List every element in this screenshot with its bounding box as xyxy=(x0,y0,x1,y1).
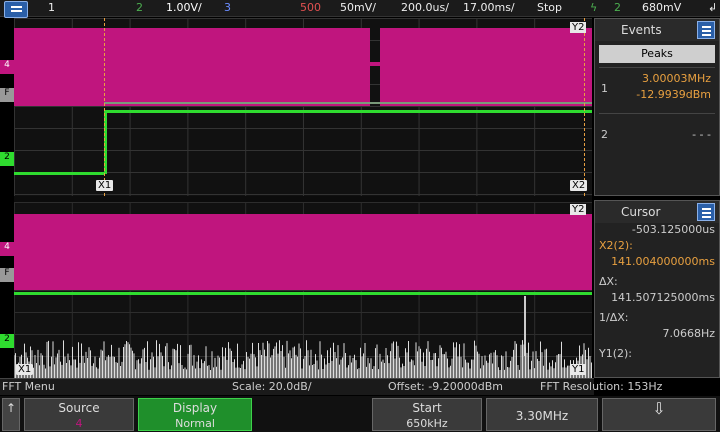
peak-frequency: - - - xyxy=(692,128,711,141)
channel-2-ground-marker[interactable]: 2 xyxy=(0,152,14,166)
start-label: Start xyxy=(412,401,442,415)
source-value: 4 xyxy=(75,417,83,430)
peak-row[interactable]: 1 3.00003MHz -12.9939dBm xyxy=(599,67,715,113)
start-value: 650kHz xyxy=(406,417,448,430)
channel-3-indicator[interactable]: 3 xyxy=(224,1,231,14)
scale-readout[interactable]: 50mV/ xyxy=(340,1,376,14)
back-up-icon[interactable]: ↑ xyxy=(2,398,20,431)
channel-2-trace-low xyxy=(14,172,104,175)
stop-value: 3.30MHz xyxy=(515,409,569,423)
cursor-inv-dx-label: 1/ΔX: xyxy=(599,311,629,324)
cursor-panel-title: Cursor xyxy=(621,205,661,219)
channel-4-trace-lower xyxy=(14,214,592,290)
channel-4-trace-upper-b xyxy=(380,28,592,106)
peak-frequency: 3.00003MHz xyxy=(641,72,711,85)
events-panel-title: Events xyxy=(621,23,662,37)
cursor-panel-header: Cursor xyxy=(595,201,719,223)
fft-marker-top[interactable]: F xyxy=(0,88,14,102)
cursor-dx-value: 141.507125000ms xyxy=(611,291,715,304)
cursor-y1-label-text: Y1(2): xyxy=(599,347,633,360)
cursor-dx-label: ΔX: xyxy=(599,275,618,288)
events-menu-icon[interactable] xyxy=(697,21,715,39)
events-panel-header: Events xyxy=(595,19,719,41)
cursor-x1-label[interactable]: X1 xyxy=(96,180,114,191)
display-label: Display xyxy=(172,401,218,415)
channel-4-trace-upper-a xyxy=(14,28,370,106)
trigger-level-arrow-icon: ↲ xyxy=(708,1,718,14)
cursor-x2-label-text: X2(2): xyxy=(599,239,633,252)
channel-4-marker-lower[interactable]: 4 xyxy=(0,242,14,256)
trigger-channel[interactable]: 2 xyxy=(614,1,621,14)
trigger-level[interactable]: 680mV xyxy=(642,1,681,14)
more-down-icon[interactable]: ⇩ xyxy=(602,398,716,431)
cursor-y1-label[interactable]: Y1 xyxy=(570,364,587,375)
display-value: Normal xyxy=(175,417,215,430)
cursor-y2-label-lower[interactable]: Y2 xyxy=(570,204,587,215)
top-status-bar: 1 2 1.00V/ 3 500 50mV/ 200.0us/ 17.00ms/… xyxy=(0,0,720,18)
channel-2-trace-lower xyxy=(14,292,592,295)
source-softkey[interactable]: Source 4 xyxy=(24,398,134,431)
channel-2-trace-shadow xyxy=(104,102,592,104)
channel-4-ground-marker[interactable]: 4 xyxy=(0,60,14,74)
cursor-x2-value: 141.004000000ms xyxy=(611,255,715,268)
fft-resolution-readout: FFT Resolution: 153Hz xyxy=(540,380,663,393)
channel-1-indicator[interactable]: 1 xyxy=(48,1,55,14)
delay-readout[interactable]: 17.00ms/ xyxy=(463,1,515,14)
run-state[interactable]: Stop xyxy=(537,1,562,14)
fft-marker-lower[interactable]: F xyxy=(0,268,14,282)
softkey-bar: ↑ Source 4 Display Normal Start 650kHz 3… xyxy=(0,396,720,432)
math-indicator[interactable]: 500 xyxy=(300,1,321,14)
trigger-edge-icon: ϟ xyxy=(590,1,598,14)
channel-2-trace-high xyxy=(104,110,592,113)
peak-index: 2 xyxy=(601,128,608,141)
waveform-display[interactable]: X1 X2 Y2 Y2 X1 Y1 xyxy=(14,18,592,378)
timebase-readout[interactable]: 200.0us/ xyxy=(401,1,449,14)
source-label: Source xyxy=(58,401,100,415)
fft-scale-readout: Scale: 20.0dB/ xyxy=(232,380,312,393)
cursor-menu-icon[interactable] xyxy=(697,203,715,221)
peaks-tab[interactable]: Peaks xyxy=(599,45,715,63)
cursor-x2-label[interactable]: X2 xyxy=(570,180,588,191)
channel-2-marker-lower[interactable]: 2 xyxy=(0,334,14,348)
cursor-x1-line[interactable] xyxy=(104,18,105,196)
peak-amplitude: -12.9939dBm xyxy=(636,88,711,101)
peak-index: 1 xyxy=(601,82,608,95)
events-panel: Events Peaks 1 3.00003MHz -12.9939dBm 2 … xyxy=(594,18,720,196)
fft-menu-title: FFT Menu xyxy=(2,380,55,393)
stop-softkey[interactable]: 3.30MHz xyxy=(486,398,598,431)
cursor-x1-value: -503.125000us xyxy=(631,223,715,236)
peak-row[interactable]: 2 - - - xyxy=(599,113,715,159)
channel-2-indicator[interactable]: 2 xyxy=(136,1,143,14)
cursor-inv-dx-value: 7.0668Hz xyxy=(662,327,715,340)
cursor-y2-label[interactable]: Y2 xyxy=(570,22,587,33)
oscilloscope-screen: 1 2 1.00V/ 3 500 50mV/ 200.0us/ 17.00ms/… xyxy=(0,0,720,432)
channel-4-trace-upper-gap xyxy=(370,62,380,66)
fft-status-bar: FFT Menu Scale: 20.0dB/ Offset: -9.20000… xyxy=(0,378,662,395)
cursor-x2-line[interactable] xyxy=(584,18,585,196)
cursor-panel: Cursor -503.125000us X2(2): 141.00400000… xyxy=(594,200,720,378)
fft-noise-trace xyxy=(14,340,592,378)
cursor-x1-label-lower[interactable]: X1 xyxy=(16,364,34,375)
menu-icon[interactable] xyxy=(4,1,28,18)
start-softkey[interactable]: Start 650kHz xyxy=(372,398,482,431)
channel-2-scale[interactable]: 1.00V/ xyxy=(166,1,202,14)
display-softkey[interactable]: Display Normal xyxy=(138,398,252,431)
fft-offset-readout: Offset: -9.20000dBm xyxy=(388,380,503,393)
